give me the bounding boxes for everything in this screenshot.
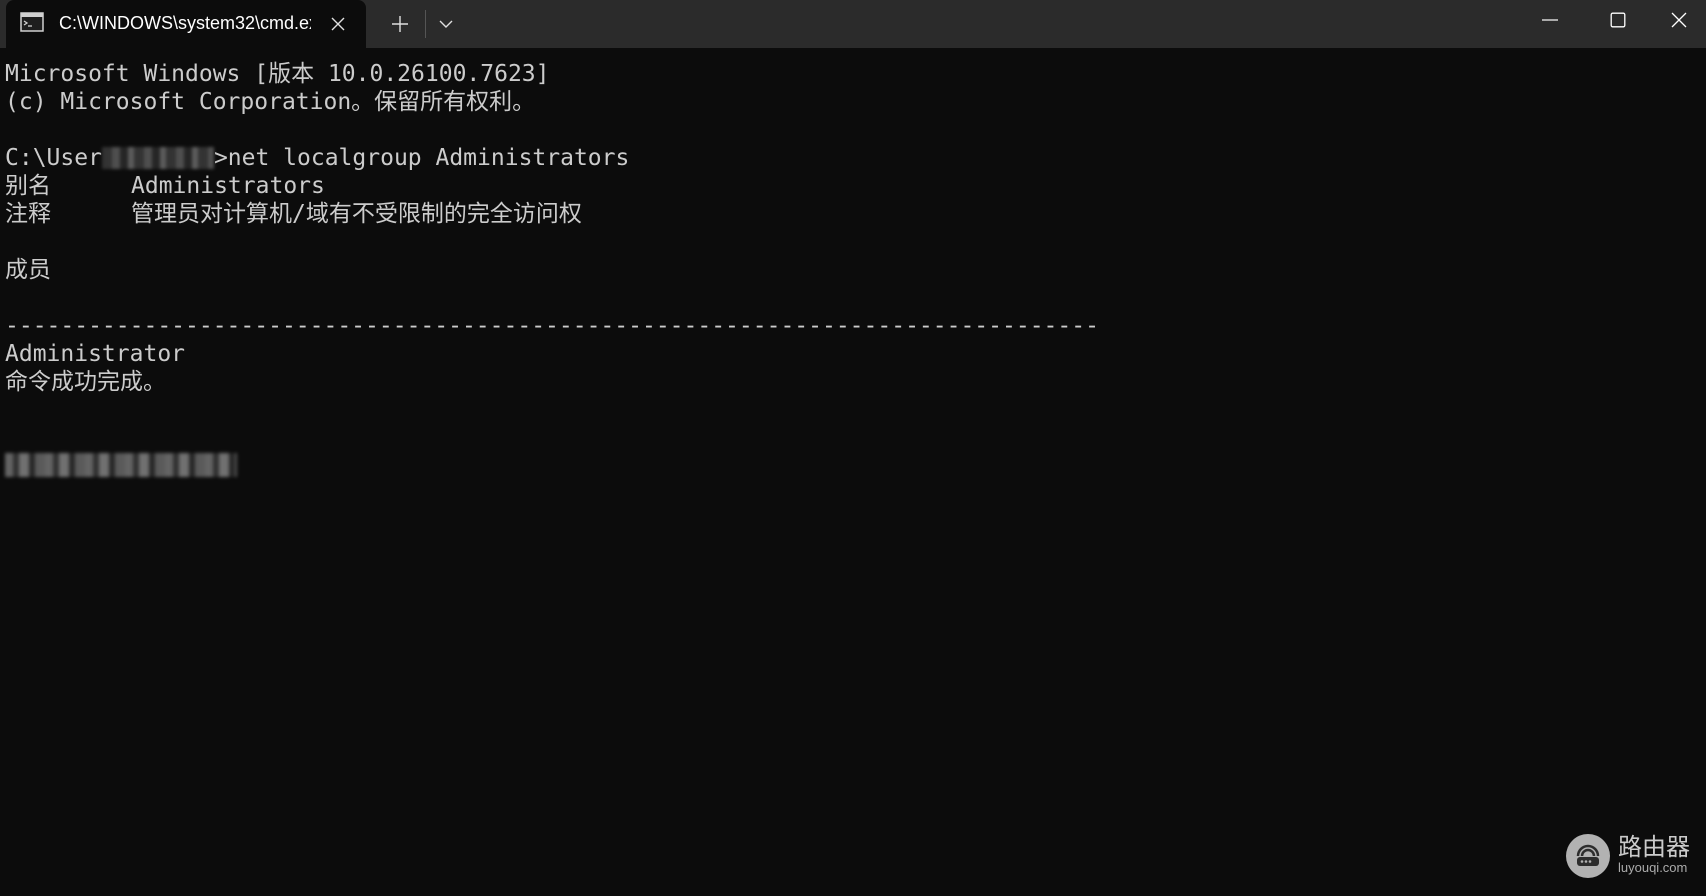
header-version-line: Microsoft Windows [版本 10.0.26100.7623] xyxy=(5,61,550,87)
terminal-window: C:\WINDOWS\system32\cmd.exe Microsoft Wi… xyxy=(0,0,1706,896)
redacted-prompt xyxy=(5,453,237,477)
minimize-button[interactable] xyxy=(1516,0,1584,40)
tab-divider xyxy=(425,10,426,38)
maximize-button[interactable] xyxy=(1584,0,1652,40)
close-icon xyxy=(1671,12,1687,28)
command-text: >net localgroup Administrators xyxy=(213,145,630,171)
plus-icon xyxy=(392,16,408,32)
watermark: 路由器 luyouqi.com xyxy=(1566,832,1698,882)
console-output[interactable]: Microsoft Windows [版本 10.0.26100.7623] (… xyxy=(5,60,1695,880)
prompt-prefix: C:\User xyxy=(5,145,102,171)
member-entry: Administrator xyxy=(5,341,186,367)
result-line: 命令成功完成。 xyxy=(5,369,166,395)
redacted-username xyxy=(101,147,214,169)
current-prompt-line[interactable] xyxy=(5,452,1695,480)
watermark-title: 路由器 xyxy=(1618,833,1690,861)
comment-line: 注释 管理员对计算机/域有不受限制的完全访问权 xyxy=(5,200,1695,228)
header-copyright-line: (c) Microsoft Corporation。保留所有权利。 xyxy=(5,89,536,115)
alias-label: 别名 xyxy=(5,173,51,199)
tab-dropdown-button[interactable] xyxy=(432,8,460,40)
cmd-icon xyxy=(20,12,44,32)
close-window-button[interactable] xyxy=(1652,0,1706,40)
maximize-icon xyxy=(1610,12,1626,28)
chevron-down-icon xyxy=(439,20,453,28)
new-tab-button[interactable] xyxy=(384,8,416,40)
close-tab-icon[interactable] xyxy=(324,10,352,38)
title-bar: C:\WINDOWS\system32\cmd.exe xyxy=(0,0,1706,48)
members-label: 成员 xyxy=(5,257,51,283)
tab-cmd[interactable]: C:\WINDOWS\system32\cmd.exe xyxy=(6,0,366,48)
minimize-icon xyxy=(1542,19,1558,21)
tab-title: C:\WINDOWS\system32\cmd.exe xyxy=(59,13,311,33)
command-line: C:\User >net localgroup Administrators xyxy=(5,144,1695,172)
alias-line: 别名 Administrators xyxy=(5,172,1695,200)
comment-label: 注释 xyxy=(5,201,51,227)
router-logo-icon xyxy=(1566,834,1610,878)
separator-line: ----------------------------------------… xyxy=(5,313,1099,339)
watermark-subtitle: luyouqi.com xyxy=(1618,860,1688,875)
comment-value: 管理员对计算机/域有不受限制的完全访问权 xyxy=(131,201,582,227)
alias-value: Administrators xyxy=(131,173,325,199)
